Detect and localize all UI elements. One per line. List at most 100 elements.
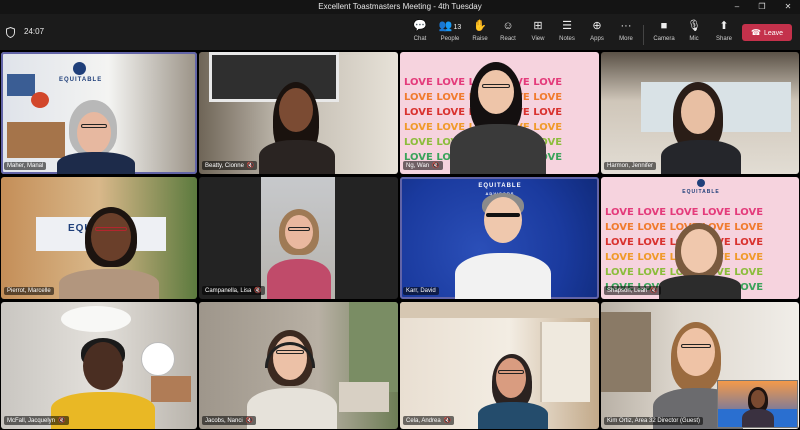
- wall-mirror: [141, 342, 175, 376]
- participant-name: Kim Ortiz, Area 32 Director (Guest): [604, 417, 704, 425]
- raise-hand-icon: ✋: [473, 20, 487, 32]
- phone-hangup-icon: ☎: [750, 28, 761, 37]
- participant-name: Campanella, Lisa 🔇: [202, 286, 265, 295]
- participant-name: Ng, Wan 🔇: [403, 161, 443, 170]
- wall-art: [209, 52, 339, 102]
- participant-tile[interactable]: Jacobs, Nanci 🔇: [199, 302, 398, 429]
- chair: [151, 376, 191, 402]
- participant-tile[interactable]: LOVE LOVE LOVE LOVE LOVE LOVE LOVE LOVE …: [400, 52, 599, 174]
- participant-name-text: Beatty, Cionne: [205, 163, 244, 169]
- participant-tile[interactable]: EQUITABLE Pierrot, Marcelle: [1, 177, 197, 299]
- react-button[interactable]: ☺ React: [493, 19, 523, 47]
- people-count: 13: [453, 24, 462, 31]
- view-button[interactable]: ⊞ View: [523, 19, 553, 47]
- participant-name-text: Campanella, Lisa: [205, 288, 252, 294]
- mic-muted-icon: 🔇: [432, 163, 440, 169]
- camera-button[interactable]: ■ Camera: [649, 19, 679, 47]
- participant-name: Jacobs, Nanci 🔇: [202, 416, 257, 425]
- participant-tile[interactable]: Cela, Andrea 🔇: [400, 302, 599, 429]
- equitable-logo-text: EQUITABLE: [478, 183, 522, 189]
- chat-button[interactable]: 💬 Chat: [405, 19, 435, 47]
- self-view-preview[interactable]: [717, 380, 798, 428]
- shield-icon: [6, 27, 15, 38]
- mic-muted-icon: 🔇: [650, 288, 658, 294]
- participant-name: Cela, Andrea 🔇: [403, 416, 455, 425]
- people-label: People: [440, 36, 460, 42]
- participant-name: McFall, Jacquelyn 🔇: [4, 416, 69, 425]
- share-button[interactable]: ⬆ Share: [709, 19, 739, 47]
- leave-label: Leave: [763, 30, 784, 37]
- participant-tile[interactable]: Campanella, Lisa 🔇: [199, 177, 398, 299]
- participant-name-text: Ng, Wan: [406, 163, 430, 169]
- wall-screen: [7, 74, 35, 96]
- restore-icon[interactable]: ❐: [750, 0, 774, 14]
- meeting-timer: 24:07: [24, 27, 45, 36]
- view-label: View: [531, 36, 545, 42]
- camera-label: Camera: [653, 36, 675, 42]
- participant-tile[interactable]: Beatty, Cionne 🔇: [199, 52, 398, 174]
- desk: [7, 122, 65, 158]
- share-icon: ⬆: [719, 20, 729, 32]
- participant-name: Beatty, Cionne 🔇: [202, 161, 258, 170]
- participant-tile[interactable]: EQUITABLEADVISORS Karr, David: [400, 177, 599, 299]
- equitable-logo: EQUITABLE: [59, 62, 103, 83]
- title-bar: Excellent Toastmasters Meeting - 4th Tue…: [0, 0, 800, 14]
- mic-muted-icon: 🔇: [58, 418, 66, 424]
- equitable-logo-text: EQUITABLE: [59, 77, 103, 83]
- mic-muted-icon: 🔇: [443, 418, 452, 424]
- more-icon: ···: [620, 20, 632, 32]
- participant-tile[interactable]: Harmon, Jennifer: [601, 52, 799, 174]
- mic-button[interactable]: 🎙 Mic: [679, 19, 709, 47]
- apps-label: Apps: [590, 36, 604, 42]
- notes-label: Notes: [559, 36, 575, 42]
- mic-muted-icon: 🔇: [245, 418, 254, 424]
- participant-name: Harmon, Jennifer: [604, 162, 657, 170]
- view-icon: ⊞: [533, 20, 543, 32]
- react-icon: ☺: [502, 20, 514, 32]
- participant-name: Shapson, Leah 🔇: [604, 286, 661, 295]
- minimize-icon[interactable]: –: [725, 0, 749, 14]
- participant-tile[interactable]: McFall, Jacquelyn 🔇: [1, 302, 197, 429]
- camera-icon: ■: [660, 20, 668, 32]
- flowers: [31, 92, 49, 108]
- sofa: [339, 382, 389, 412]
- share-label: Share: [715, 36, 732, 42]
- mic-muted-icon: 🔇: [246, 163, 255, 169]
- participant-tile[interactable]: EQUITABLE Maher, Manal: [1, 52, 197, 174]
- raise-label: Raise: [472, 36, 488, 42]
- notes-icon: ☰: [562, 20, 572, 32]
- people-button[interactable]: 👥13 People: [435, 19, 465, 47]
- love-row: LOVE LOVE LOVE LOVE LOVE: [605, 207, 764, 218]
- mic-label: Mic: [689, 36, 699, 42]
- chat-icon: 💬: [413, 20, 427, 32]
- participant-name-text: Cela, Andrea: [406, 418, 441, 424]
- toolbar-divider: [643, 25, 644, 45]
- notes-button[interactable]: ☰ Notes: [552, 19, 582, 47]
- bookshelf: [601, 312, 651, 392]
- people-icon: 👥: [438, 20, 453, 32]
- meeting-toolbar: 24:07 💬 Chat 👥13 People ✋ Raise ☺ React …: [0, 14, 800, 50]
- close-icon[interactable]: ✕: [776, 0, 800, 14]
- ceiling-beams: [400, 302, 599, 318]
- window-view: [540, 322, 590, 402]
- mic-icon: 🎙: [687, 20, 701, 32]
- more-button[interactable]: ··· More: [611, 19, 641, 47]
- participant-name-text: McFall, Jacquelyn: [7, 418, 56, 424]
- participant-tile[interactable]: EQUITABLE LOVE LOVE LOVE LOVE LOVE LOVE …: [601, 177, 799, 299]
- video-grid: EQUITABLE Maher, Manal Beatty, Cionne 🔇 L…: [0, 50, 800, 430]
- participant-name: Maher, Manal: [4, 162, 47, 170]
- participant-name-text: Jacobs, Nanci: [205, 418, 243, 424]
- raise-hand-button[interactable]: ✋ Raise: [465, 19, 495, 47]
- window-plants: [349, 302, 398, 392]
- apps-button[interactable]: ⊕ Apps: [582, 19, 612, 47]
- equitable-logo-text: EQUITABLE: [682, 189, 720, 195]
- more-label: More: [619, 36, 633, 42]
- chat-label: Chat: [413, 36, 427, 42]
- equitable-logo: EQUITABLE: [681, 179, 721, 195]
- apps-icon: ⊕: [592, 20, 602, 32]
- react-label: React: [500, 36, 516, 42]
- participant-name: Karr, David: [403, 287, 439, 295]
- leave-button[interactable]: ☎ Leave: [742, 24, 792, 41]
- people-icon-wrap: 👥13: [435, 19, 465, 34]
- window-title: Excellent Toastmasters Meeting - 4th Tue…: [318, 2, 482, 11]
